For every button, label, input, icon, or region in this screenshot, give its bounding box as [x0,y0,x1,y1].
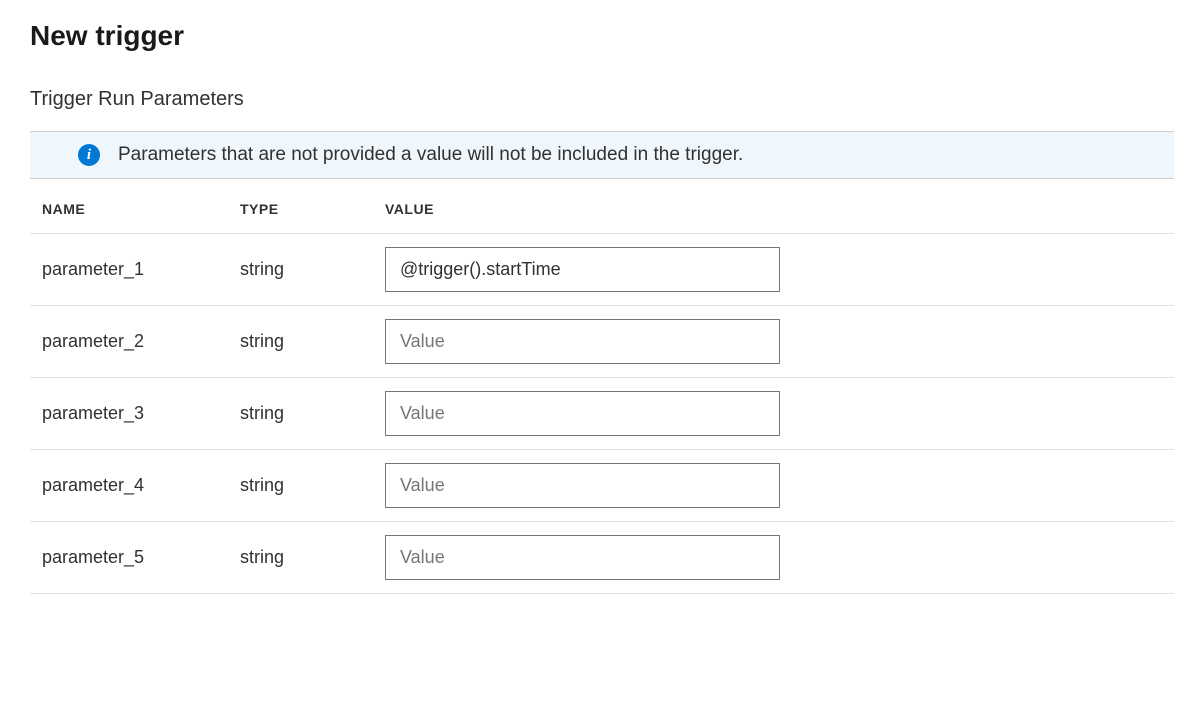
page-title: New trigger [30,20,1174,52]
param-type: string [240,475,385,496]
table-header: NAME TYPE VALUE [30,179,1174,234]
param-name: parameter_4 [42,475,240,496]
param-name: parameter_5 [42,547,240,568]
column-header-name: NAME [42,201,240,217]
table-row: parameter_1 string [30,234,1174,306]
param-value-input[interactable] [385,391,780,436]
param-type: string [240,259,385,280]
column-header-value: VALUE [385,201,1174,217]
info-banner: i Parameters that are not provided a val… [30,131,1174,179]
param-value-input[interactable] [385,247,780,292]
parameters-table: NAME TYPE VALUE parameter_1 string param… [30,179,1174,594]
param-name: parameter_1 [42,259,240,280]
param-name: parameter_3 [42,403,240,424]
info-icon: i [78,144,100,166]
table-row: parameter_5 string [30,522,1174,594]
param-value-input[interactable] [385,319,780,364]
table-row: parameter_3 string [30,378,1174,450]
param-value-input[interactable] [385,463,780,508]
info-banner-text: Parameters that are not provided a value… [118,144,743,166]
table-row: parameter_2 string [30,306,1174,378]
param-value-input[interactable] [385,535,780,580]
column-header-type: TYPE [240,201,385,217]
param-type: string [240,547,385,568]
param-type: string [240,331,385,352]
param-type: string [240,403,385,424]
param-name: parameter_2 [42,331,240,352]
table-row: parameter_4 string [30,450,1174,522]
section-title: Trigger Run Parameters [30,88,1174,111]
